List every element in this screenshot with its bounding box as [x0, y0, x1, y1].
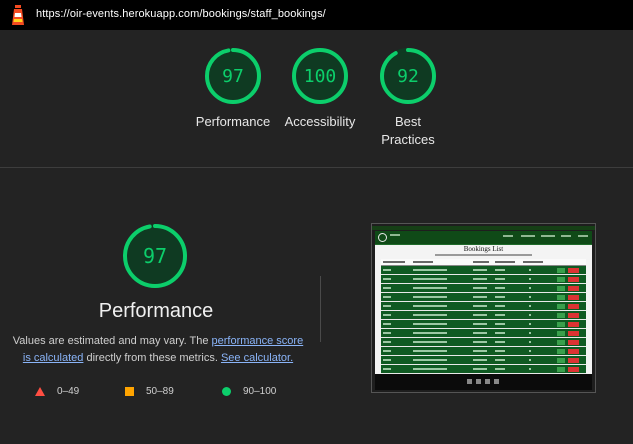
- thumb-nav-item: [541, 235, 555, 237]
- thumb-social-icon: [494, 379, 499, 384]
- performance-description: Values are estimated and may vary. The p…: [8, 333, 308, 367]
- thumb-delete-button: [568, 322, 579, 327]
- thumb-edit-button: [557, 322, 565, 327]
- gauge-label-accessibility[interactable]: Accessibility: [275, 113, 365, 131]
- thumb-edit-button: [557, 313, 565, 318]
- thumb-nav-item: [578, 235, 588, 237]
- thumb-table-row: [381, 356, 586, 365]
- thumb-banner: [372, 226, 595, 230]
- thumb-delete-button: [568, 268, 579, 273]
- vertical-divider: [320, 276, 321, 342]
- legend-range: 50–89: [146, 385, 174, 397]
- thumb-nav-item: [521, 235, 535, 237]
- legend-range: 0–49: [57, 385, 80, 397]
- thumb-social-icon: [476, 379, 481, 384]
- thumb-logo-icon: [378, 233, 387, 242]
- thumb-brand: [390, 234, 400, 236]
- gauge-performance-main: 97: [122, 223, 188, 289]
- score-value: 100: [303, 65, 337, 87]
- thumb-table-row: [381, 266, 586, 275]
- thumb-social-icon: [485, 379, 490, 384]
- thumb-footer: [375, 374, 592, 390]
- thumb-edit-button: [557, 286, 565, 291]
- thumb-social-icon: [467, 379, 472, 384]
- thumb-edit-button: [557, 367, 565, 372]
- thumb-table-row: [381, 293, 586, 302]
- thumb-delete-button: [568, 313, 579, 318]
- thumb-delete-button: [568, 331, 579, 336]
- score-value: 97: [142, 244, 168, 268]
- gauge-accessibility-summary[interactable]: 100: [291, 47, 349, 105]
- thumb-table-row: [381, 284, 586, 293]
- thumb-edit-button: [557, 349, 565, 354]
- thumb-table-row: [381, 329, 586, 338]
- thumb-delete-button: [568, 349, 579, 354]
- thumb-edit-button: [557, 358, 565, 363]
- thumb-delete-button: [568, 340, 579, 345]
- thumb-edit-button: [557, 340, 565, 345]
- gauge-label-performance[interactable]: Performance: [188, 113, 278, 131]
- legend-pass: 90–100: [222, 384, 276, 398]
- thumb-delete-button: [568, 367, 579, 372]
- thumb-edit-button: [557, 268, 565, 273]
- circle-icon: [222, 386, 231, 396]
- top-bar: https://oir-events.herokuapp.com/booking…: [0, 0, 633, 30]
- thumb-delete-button: [568, 304, 579, 309]
- thumb-table-row: [381, 320, 586, 329]
- thumb-edit-button: [557, 304, 565, 309]
- thumb-edit-button: [557, 277, 565, 282]
- thumb-delete-button: [568, 286, 579, 291]
- final-screenshot-thumbnail[interactable]: Bookings List: [371, 223, 596, 393]
- thumb-subtitle: [435, 254, 532, 256]
- thumb-table-row: [381, 347, 586, 356]
- triangle-icon: [35, 386, 45, 396]
- gauge-best-practices-summary[interactable]: 92: [379, 47, 437, 105]
- thumb-table-row: [381, 302, 586, 311]
- thumb-table-row: [381, 311, 586, 320]
- thumb-page-title: Bookings List: [463, 245, 504, 253]
- legend-average: 50–89: [125, 384, 174, 398]
- desc-text: Values are estimated and may vary. The: [12, 335, 212, 347]
- thumb-navbar: [375, 231, 592, 245]
- thumb-table-header: [381, 259, 586, 266]
- gauge-label-best-practices[interactable]: Best Practices: [373, 113, 443, 149]
- performance-title: Performance: [98, 300, 214, 322]
- thumb-nav-item: [561, 235, 571, 237]
- score-value: 92: [397, 65, 419, 87]
- gauge-performance-summary[interactable]: 97: [204, 47, 262, 105]
- thumb-delete-button: [568, 295, 579, 300]
- thumb-table-row: [381, 338, 586, 347]
- thumb-page: Bookings List: [375, 245, 592, 374]
- thumb-table-row: [381, 275, 586, 284]
- legend-range: 90–100: [243, 385, 277, 397]
- desc-text: directly from these metrics.: [83, 352, 221, 364]
- score-value: 97: [222, 65, 244, 87]
- thumb-edit-button: [557, 331, 565, 336]
- thumb-nav-item: [503, 235, 513, 237]
- thumb-edit-button: [557, 295, 565, 300]
- thumb-bookings-table: [381, 259, 586, 374]
- legend-fail: 0–49: [35, 384, 79, 398]
- thumb-table-row: [381, 365, 586, 374]
- section-divider: [0, 167, 633, 168]
- square-icon: [125, 386, 134, 396]
- see-calculator-link[interactable]: See calculator.: [221, 352, 293, 364]
- page-url[interactable]: https://oir-events.herokuapp.com/booking…: [36, 8, 326, 20]
- thumb-delete-button: [568, 358, 579, 363]
- thumb-delete-button: [568, 277, 579, 282]
- lighthouse-logo-icon: [12, 5, 24, 25]
